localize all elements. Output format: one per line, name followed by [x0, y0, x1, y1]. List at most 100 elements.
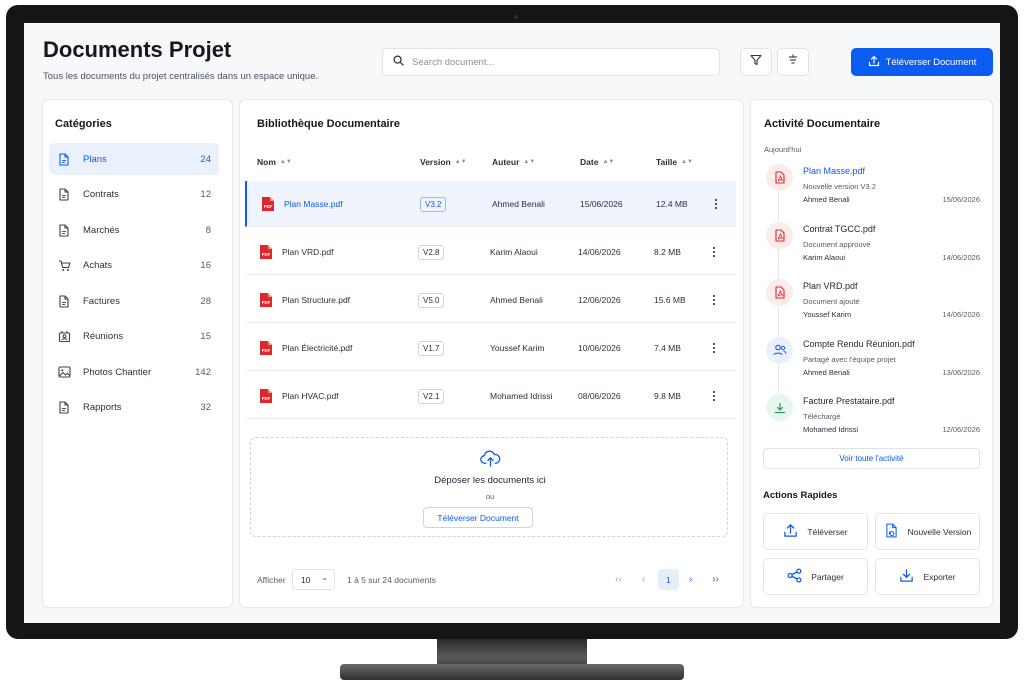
quick-action-label: Exporter [923, 571, 956, 582]
category-count: 8 [205, 224, 211, 236]
pdf-icon [766, 279, 793, 306]
category-label: Contrats [83, 189, 119, 200]
page-size-label: Afficher [257, 575, 286, 585]
activity-item[interactable]: Contrat TGCC.pdf Document approuvé Karim A… [764, 221, 980, 278]
file-icon [57, 152, 71, 166]
category-count: 15 [200, 331, 211, 342]
activity-description: Téléchargé [803, 412, 841, 421]
category-count: 16 [200, 260, 211, 271]
prev-page-button[interactable]: ‹ [633, 569, 654, 590]
table-row[interactable]: PDF Plan HVAC.pdf V2.1 Mohamed Idrissi 08/06… [245, 373, 736, 419]
activity-description: Nouvelle version V3.2 [803, 182, 876, 191]
page-subtitle: Tous les documents du projet centralisés… [43, 71, 319, 82]
author-cell: Karim Alaoui [490, 247, 538, 257]
download-icon [766, 394, 793, 421]
activity-user: Ahmed Benali [803, 367, 850, 377]
author-cell: Ahmed Benali [492, 199, 545, 209]
cart-icon [57, 259, 71, 273]
category-item-factures[interactable]: Factures 28 [49, 285, 219, 317]
cloud-upload-icon [480, 450, 501, 472]
see-all-activity-button[interactable]: Voir toute l'activité [763, 448, 980, 469]
version-badge: V1.7 [418, 340, 445, 356]
table-row[interactable]: PDF Plan Masse.pdf V3.2 Ahmed Benali 15/06/2… [245, 181, 736, 227]
file-name: Plan Électricité.pdf [282, 343, 353, 353]
category-item-photos-chantier[interactable]: Photos Chantier 142 [49, 356, 219, 388]
category-item-réunions[interactable]: Réunions 15 [49, 321, 219, 353]
size-cell: 12.4 MB [656, 199, 688, 209]
search-input[interactable] [412, 56, 692, 68]
next-page-button[interactable]: › [680, 569, 701, 590]
category-count: 142 [195, 366, 211, 378]
category-item-rapports[interactable]: Rapports 32 [49, 392, 219, 424]
activity-item[interactable]: Compte Rendu Réunion.pdf Partagé avec l'é… [764, 336, 980, 393]
column-header-version[interactable]: Version ▲▼ [420, 157, 467, 167]
page-size-select[interactable]: 10 ⌄ [292, 569, 335, 590]
pdf-icon [766, 221, 793, 249]
activity-item[interactable]: Plan VRD.pdf Document ajouté Youssef Karim… [764, 279, 980, 335]
sort-toggle-icon: ▲▼ [454, 159, 467, 165]
upload-dropzone[interactable]: Déposer les documents ici ou Téléverser … [250, 437, 728, 537]
activity-user: Ahmed Benali [803, 195, 850, 204]
row-menu-icon[interactable] [714, 181, 718, 227]
author-cell: Ahmed Benali [490, 295, 543, 305]
meeting-icon [57, 330, 71, 344]
quick-action-label: Partager [811, 571, 844, 582]
activity-item[interactable]: Facture Prestataire.pdf Téléchargé Mohamed… [764, 394, 980, 450]
svg-text:PDF: PDF [262, 300, 271, 305]
category-item-marchés[interactable]: Marchés 8 [49, 214, 219, 246]
pdf-file-icon: PDF [259, 244, 273, 260]
row-menu-icon[interactable] [712, 229, 716, 275]
svg-text:PDF: PDF [262, 252, 271, 257]
sort-toggle-icon: ▲▼ [523, 159, 536, 165]
dropzone-title: Déposer les documents ici [434, 475, 546, 486]
last-page-button[interactable]: ›› [705, 569, 726, 590]
filter-button[interactable] [740, 48, 772, 76]
author-cell: Youssef Karim [490, 343, 545, 353]
app-screen: Documents Projet Tous les documents du p… [24, 23, 1000, 623]
category-item-plans[interactable]: Plans 24 [49, 143, 219, 175]
page-title: Documents Projet [43, 37, 232, 62]
quick-action-upload-button[interactable]: Téléverser [763, 513, 868, 550]
image-icon [57, 365, 71, 379]
table-row[interactable]: PDF Plan VRD.pdf V2.8 Karim Alaoui 14/06/202… [245, 229, 736, 275]
new-version-icon [884, 523, 899, 540]
table-row[interactable]: PDF Plan Structure.pdf V5.0 Ahmed Benali 12/… [245, 277, 736, 323]
column-header-author[interactable]: Auteur ▲▼ [492, 157, 535, 167]
activity-item[interactable]: Plan Masse.pdf Nouvelle version V3.2 Ahmed… [764, 164, 980, 220]
name-cell: PDF Plan VRD.pdf [259, 229, 334, 275]
sort-button[interactable] [777, 48, 809, 76]
name-cell: PDF Plan Électricité.pdf [259, 325, 352, 371]
column-header-name[interactable]: Nom ▲▼ [257, 157, 292, 167]
svg-text:PDF: PDF [262, 348, 271, 353]
upload-document-button[interactable]: Téléverser Document [851, 48, 993, 76]
category-item-achats[interactable]: Achats 16 [49, 250, 219, 282]
activity-title[interactable]: Plan Masse.pdf [803, 166, 865, 176]
quick-action-new-version-button[interactable]: Nouvelle Version [875, 513, 980, 550]
activity-title: Activité Documentaire [764, 118, 881, 130]
row-menu-icon[interactable] [712, 373, 716, 419]
row-menu-icon[interactable] [712, 325, 716, 371]
row-menu-icon[interactable] [712, 277, 716, 323]
size-cell: 15.6 MB [654, 295, 686, 305]
quick-action-export-button[interactable]: Exporter [875, 558, 980, 595]
monitor-frame: Documents Projet Tous les documents du p… [6, 5, 1018, 639]
page-button-current[interactable]: 1 [658, 569, 679, 590]
dropzone-upload-button[interactable]: Téléverser Document [423, 507, 533, 528]
category-label: Plans [83, 153, 107, 165]
pdf-file-icon: PDF [259, 292, 273, 308]
version-cell: V2.1 [418, 373, 445, 419]
table-row[interactable]: PDF Plan Électricité.pdf V1.7 Youssef Karim… [245, 325, 736, 371]
categories-panel [42, 99, 233, 608]
column-header-date[interactable]: Date ▲▼ [580, 157, 614, 167]
date-cell: 14/06/2026 [578, 247, 621, 257]
version-cell: V2.8 [418, 229, 445, 275]
column-header-size[interactable]: Taille ▲▼ [656, 157, 693, 167]
file-icon [57, 401, 71, 415]
search-box[interactable] [382, 48, 720, 76]
quick-action-share-button[interactable]: Partager [763, 558, 868, 595]
first-page-button[interactable]: ‹‹ [608, 569, 629, 590]
file-name: Plan HVAC.pdf [282, 391, 339, 401]
sort-toggle-icon: ▲▼ [279, 159, 292, 165]
pdf-file-icon: PDF [259, 388, 273, 404]
category-item-contrats[interactable]: Contrats 12 [49, 179, 219, 211]
